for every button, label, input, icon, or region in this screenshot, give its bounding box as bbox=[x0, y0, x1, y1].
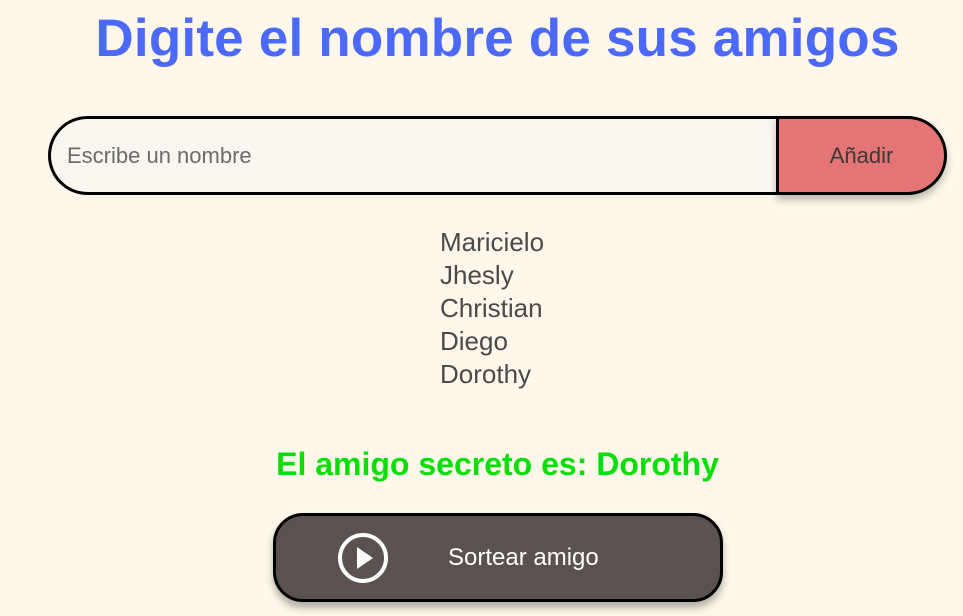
friend-name-input[interactable] bbox=[48, 116, 781, 195]
page-title: Digite el nombre de sus amigos bbox=[95, 9, 900, 68]
name-entry-group: Añadir bbox=[48, 116, 947, 195]
friend-list-item: Maricielo bbox=[440, 227, 545, 257]
play-circle-icon bbox=[337, 532, 389, 584]
friend-list: Maricielo Jhesly Christian Diego Dorothy bbox=[440, 226, 544, 391]
friend-list-item: Diego bbox=[440, 326, 508, 356]
secret-friend-result: El amigo secreto es: Dorothy bbox=[276, 446, 719, 482]
friend-list-item: Jhesly bbox=[440, 260, 514, 290]
friend-list-item: Christian bbox=[440, 293, 543, 323]
draw-button-label: Sortear amigo bbox=[448, 544, 599, 571]
add-button[interactable]: Añadir bbox=[776, 116, 947, 195]
friend-list-item: Dorothy bbox=[440, 359, 532, 389]
draw-friend-button[interactable]: Sortear amigo bbox=[273, 513, 723, 602]
